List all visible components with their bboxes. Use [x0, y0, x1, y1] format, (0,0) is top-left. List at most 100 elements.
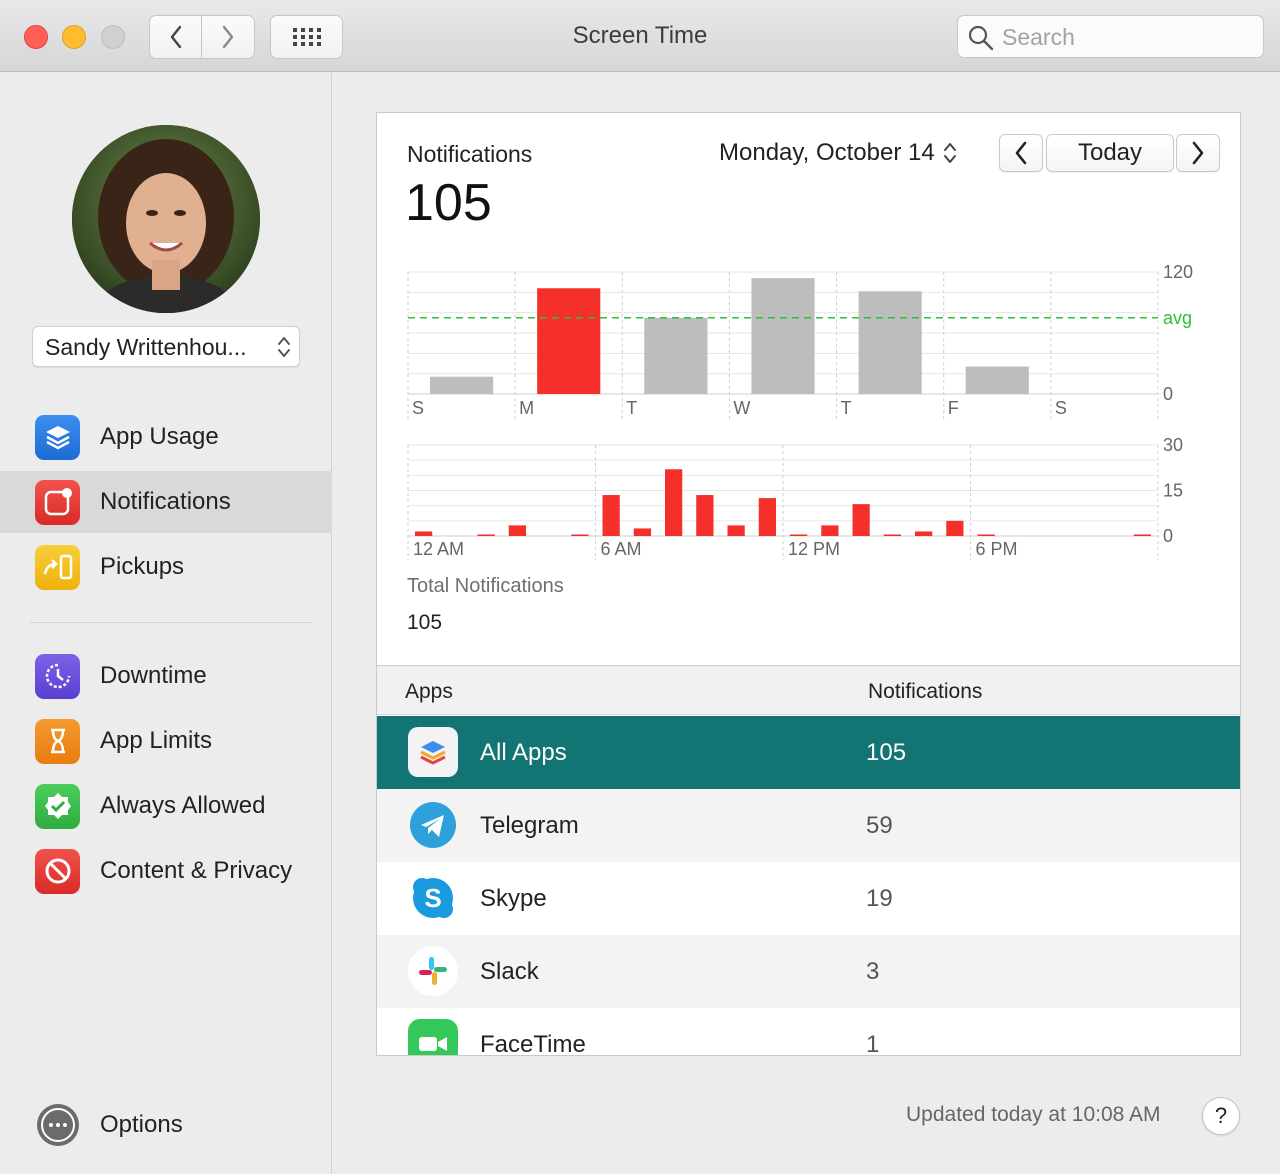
- hourglass-icon: [35, 718, 80, 764]
- chart-bar: [915, 531, 933, 536]
- chart-bar: [727, 525, 745, 536]
- notifications-column-header[interactable]: Notifications: [868, 680, 982, 704]
- chart-bar: [852, 504, 870, 536]
- chevron-right-icon: [1192, 141, 1204, 165]
- options-button[interactable]: Options: [0, 1094, 332, 1156]
- svg-text:S: S: [424, 883, 441, 913]
- chart-bar: [751, 278, 815, 394]
- chart-bar: [758, 498, 776, 536]
- next-day-button[interactable]: [1176, 134, 1220, 172]
- sidebar-item-label: Always Allowed: [100, 792, 266, 819]
- chevron-up-down-icon: [943, 143, 956, 163]
- chart-bar: [602, 495, 620, 536]
- chart-bar: [883, 534, 901, 536]
- chart-bar: [665, 469, 683, 536]
- chart-bar: [977, 534, 995, 536]
- sidebar-item-label: Notifications: [100, 488, 231, 515]
- x-tick-label: 12 PM: [788, 539, 840, 559]
- chart-bar: [633, 528, 651, 536]
- options-label: Options: [100, 1111, 183, 1138]
- user-name: Sandy Writtenhou...: [45, 334, 247, 360]
- updated-status: Updated today at 10:08 AM: [906, 1103, 1161, 1126]
- chart-bar: [571, 534, 589, 536]
- prohibited-icon: [35, 848, 80, 894]
- avatar: [72, 125, 260, 313]
- previous-day-button[interactable]: [999, 134, 1043, 172]
- sidebar-item-notifications[interactable]: Notifications: [0, 471, 332, 533]
- total-notifications-label: Total Notifications: [407, 575, 564, 597]
- sidebar-item-app-limits[interactable]: App Limits: [0, 710, 332, 772]
- x-tick-label: T: [626, 398, 637, 418]
- user-photo: [72, 125, 260, 313]
- x-tick-label: 6 PM: [976, 539, 1018, 559]
- sidebar-item-app-usage[interactable]: App Usage: [0, 406, 332, 468]
- chart-bar: [415, 531, 433, 536]
- help-button[interactable]: ?: [1202, 1097, 1240, 1135]
- sidebar-item-label: Pickups: [100, 553, 185, 580]
- x-tick-label: 6 AM: [601, 539, 642, 559]
- chart-bar: [965, 366, 1029, 394]
- sidebar-item-label: Content & Privacy: [100, 857, 293, 884]
- sidebar-item-content-privacy[interactable]: Content & Privacy: [0, 840, 332, 902]
- skype-icon: S: [408, 873, 458, 923]
- total-count: 105: [405, 174, 492, 232]
- sidebar: Sandy Writtenhou... App Usage Notificati…: [0, 73, 332, 1174]
- downtime-clock-icon: [35, 653, 80, 699]
- sidebar-item-always-allowed[interactable]: Always Allowed: [0, 775, 332, 837]
- x-tick-label: M: [519, 398, 534, 418]
- today-button[interactable]: Today: [1046, 134, 1174, 172]
- app-count: 105: [866, 739, 907, 766]
- table-row[interactable]: Slack 3: [377, 935, 1240, 1008]
- sidebar-item-label: Downtime: [100, 662, 207, 689]
- chart-bar: [821, 525, 839, 536]
- y-tick-label: 0: [1163, 384, 1173, 404]
- chart-bar: [537, 288, 601, 394]
- date-selector[interactable]: Monday, October 14: [719, 139, 957, 167]
- sidebar-divider: [30, 622, 312, 623]
- app-name: Telegram: [480, 812, 579, 839]
- x-tick-label: S: [1055, 398, 1067, 418]
- telegram-icon: [408, 800, 458, 850]
- table-row[interactable]: All Apps 105: [377, 716, 1240, 789]
- layers-icon: [35, 414, 80, 460]
- notification-badge-icon: [35, 479, 80, 525]
- total-notifications-value: 105: [407, 611, 443, 634]
- sidebar-item-downtime[interactable]: Downtime: [0, 645, 332, 707]
- table-row[interactable]: S Skype 19: [377, 862, 1240, 935]
- date-label: Monday, October 14: [719, 139, 935, 166]
- checkmark-badge-icon: [35, 783, 80, 829]
- chart-bar: [477, 534, 495, 536]
- stack-icon: [408, 727, 458, 777]
- y-tick-label: avg: [1163, 308, 1192, 328]
- facetime-icon: [408, 1019, 458, 1055]
- app-name: Skype: [480, 885, 547, 912]
- user-selector[interactable]: Sandy Writtenhou...: [32, 326, 300, 367]
- ellipsis-circle-icon: [35, 1103, 80, 1148]
- app-name: FaceTime: [480, 1031, 586, 1056]
- table-row[interactable]: FaceTime 1: [377, 1008, 1240, 1056]
- search-input[interactable]: [1002, 22, 1252, 52]
- chevron-left-icon: [1015, 141, 1027, 165]
- x-tick-label: T: [841, 398, 852, 418]
- table-row[interactable]: Telegram 59: [377, 789, 1240, 862]
- apps-column-header[interactable]: Apps: [405, 680, 453, 704]
- x-tick-label: F: [948, 398, 959, 418]
- hourly-notifications-chart: 12 AM 6 AM 12 PM 6 PM 30 15 0: [407, 435, 1183, 560]
- chart-bar: [430, 376, 494, 394]
- app-count: 3: [866, 958, 880, 985]
- search-icon: [968, 25, 994, 51]
- app-name: Slack: [480, 958, 539, 985]
- slack-icon: [408, 946, 458, 996]
- pickup-arrow-icon: [35, 544, 80, 590]
- app-count: 59: [866, 812, 893, 839]
- apps-table-header: Apps Notifications: [377, 665, 1240, 715]
- app-count: 1: [866, 1031, 880, 1056]
- notifications-panel: Notifications 105 Monday, October 14 Tod…: [376, 112, 1241, 1056]
- search-field[interactable]: [957, 15, 1264, 58]
- sidebar-item-pickups[interactable]: Pickups: [0, 536, 332, 598]
- chart-bar: [946, 520, 964, 536]
- x-tick-label: 12 AM: [413, 539, 464, 559]
- sidebar-item-label: App Limits: [100, 727, 213, 754]
- y-tick-label: 0: [1163, 526, 1173, 546]
- app-count: 19: [866, 885, 893, 912]
